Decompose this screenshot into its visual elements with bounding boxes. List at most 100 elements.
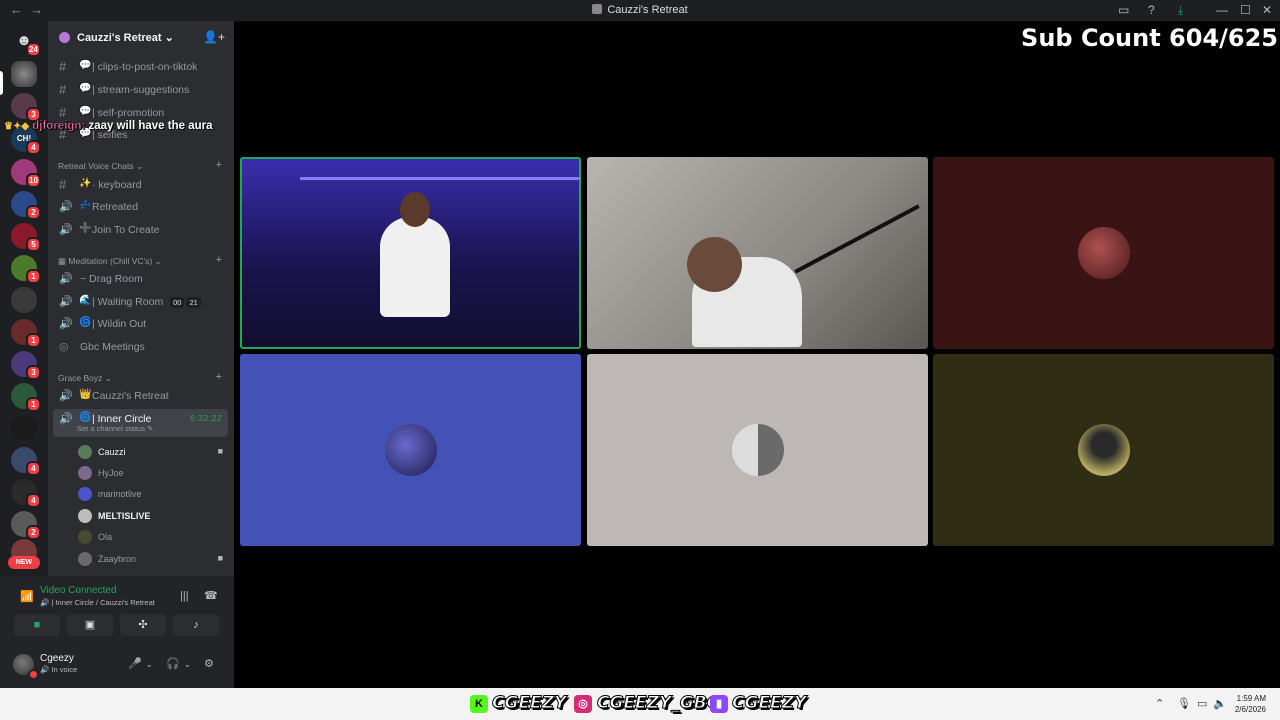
activities-button[interactable]: ✣ (120, 614, 166, 636)
voice-channel-wildin-out[interactable]: 🔊 🌀 | Wildin Out (53, 314, 228, 334)
soundboard-button[interactable]: ♪ (173, 614, 219, 636)
voice-member[interactable]: Ola (76, 527, 226, 547)
microphone-tray-icon[interactable]: 🎙 (1177, 697, 1191, 710)
video-tile-ola[interactable] (933, 354, 1274, 546)
server-icon[interactable]: 1 (11, 383, 41, 412)
channel-clips[interactable]: # 💬 | clips-to-post-on-tiktok (53, 57, 228, 77)
set-channel-status[interactable]: Set a channel status ✎ (77, 424, 153, 433)
chat-badges-icon: ♛✦◆ (4, 121, 30, 132)
headphones-icon[interactable]: 🎧 (166, 657, 180, 670)
maximize-button[interactable]: ☐ (1240, 3, 1251, 17)
disconnect-icon[interactable]: ☎ (204, 589, 218, 602)
tray-chevron-icon[interactable]: ⌃ (1155, 697, 1164, 710)
download-icon[interactable]: ⤓ (1178, 3, 1183, 18)
chevron-down-icon[interactable]: ⌄ (146, 660, 153, 669)
taskbar: K CGEEZY ◎ CGEEZY_GBC ▮ CGEEZY ⌃ 🎙 ▭ 🔈 1… (0, 688, 1280, 720)
server-icon[interactable] (11, 287, 37, 313)
voice-channel-retreated[interactable]: 🔊 💤 Retreated (53, 197, 228, 217)
stage-channel-gbc-meetings[interactable]: ◎ Gbc Meetings (53, 337, 228, 357)
server-icon[interactable]: 3 (11, 351, 41, 380)
voice-status-title[interactable]: Video Connected (40, 585, 117, 596)
person-shirt (380, 217, 450, 317)
help-icon[interactable]: ? (1148, 3, 1155, 17)
guild-header[interactable]: Cauzzi's Retreat ⌄ 👤+ (48, 21, 234, 55)
new-badge: NEW (8, 556, 40, 569)
user-status: 🔊 In voice (40, 665, 78, 674)
video-tile-meltislive[interactable] (587, 354, 928, 546)
voice-channel-drag-room[interactable]: 🔊 ~ Drag Room (53, 269, 228, 289)
microphone-icon[interactable]: 🎤 (128, 657, 142, 670)
avatar (78, 445, 92, 459)
camera-icon: ■ (217, 446, 223, 456)
add-channel-icon[interactable]: + (216, 159, 222, 171)
guild-name[interactable]: Cauzzi's Retreat ⌄ (77, 31, 174, 44)
server-icon[interactable]: 5 (11, 223, 41, 252)
server-icon[interactable]: 4 (11, 479, 41, 508)
guild-boost-icon (59, 32, 70, 43)
voice-status-subtitle[interactable]: 🔊 | Inner Circle / Cauzzi's Retreat (40, 598, 155, 607)
person-head (687, 237, 742, 292)
server-icon[interactable] (11, 415, 37, 441)
inbox-icon[interactable]: ▭ (1118, 3, 1129, 17)
person-head (400, 192, 430, 227)
screen-share-button[interactable]: ▣ (67, 614, 113, 636)
chevron-down-icon[interactable]: ⌄ (184, 660, 191, 669)
server-icon[interactable]: 3 (11, 93, 41, 122)
video-tile-participant[interactable] (933, 157, 1274, 349)
server-icon[interactable]: 10 (11, 159, 41, 188)
server-icon[interactable]: 4 (11, 447, 41, 476)
display-tray-icon[interactable]: ▭ (1197, 697, 1207, 710)
settings-gear-icon[interactable]: ⚙ (204, 657, 214, 670)
category-grace-boyz[interactable]: Grace Boyz ⌄ (58, 373, 112, 384)
video-tile-cauzzi[interactable] (240, 157, 581, 349)
noise-suppression-icon[interactable]: ||| (180, 590, 189, 602)
server-cauzzis-retreat[interactable] (11, 61, 37, 87)
channel-keyboard[interactable]: # ✨ · keyboard (53, 175, 228, 195)
hash-icon: # (59, 177, 67, 192)
voice-channel-waiting-room[interactable]: 🔊 🌊 | Waiting Room 00 21 (53, 292, 228, 312)
voice-channel-join-to-create[interactable]: 🔊 ➕ Join To Create (53, 220, 228, 240)
voice-channel-cauzzis-retreat[interactable]: 🔊 👑 Cauzzi's Retreat (53, 386, 228, 406)
speaker-icon: 🔊 (59, 273, 73, 285)
server-icon[interactable]: 1 (11, 255, 41, 284)
server-icon[interactable]: 2 (11, 511, 41, 540)
add-channel-icon[interactable]: + (216, 371, 222, 383)
camera-icon: ■ (217, 553, 223, 563)
stage-icon: ◎ (59, 341, 69, 353)
avatar (78, 466, 92, 480)
overlay-chat-message: ♛✦◆ djforeign: zaay will have the aura (4, 120, 213, 132)
avatar (78, 487, 92, 501)
voice-member[interactable]: Cauzzi ■ (76, 442, 226, 462)
server-icon[interactable]: 2 (11, 191, 41, 220)
video-button[interactable]: ■ (14, 614, 60, 636)
channel-stream-suggestions[interactable]: # 💬 | stream-suggestions (53, 80, 228, 100)
status-dot (28, 669, 39, 680)
category-meditation[interactable]: ▦ Meditation (Chill VC's) ⌄ (58, 256, 162, 267)
avatar (78, 530, 92, 544)
social-twitch-handle: CGEEZY (731, 693, 807, 714)
avatar (731, 424, 784, 476)
add-channel-icon[interactable]: + (216, 254, 222, 266)
user-name[interactable]: Cgeezy (40, 653, 74, 664)
voice-member[interactable]: marinotlive (76, 484, 226, 504)
voice-member[interactable]: HyJoe (76, 463, 226, 483)
close-button[interactable]: ✕ (1262, 3, 1272, 17)
voice-panel: 📶 Video Connected 🔊 | Inner Circle / Cau… (0, 576, 234, 688)
clock[interactable]: 1:59 AM 2/6/2026 (1235, 693, 1266, 715)
volume-icon[interactable]: 🔈 (1213, 697, 1227, 710)
invite-user-icon[interactable]: 👤+ (203, 30, 225, 44)
voice-timer: 6:32:22 (190, 413, 222, 423)
voice-member[interactable]: MELTISLIVE (76, 506, 226, 526)
discord-home-icon[interactable]: ☻ 24 (11, 28, 41, 57)
video-tile-marinotlive[interactable] (240, 354, 581, 546)
minimize-button[interactable]: — (1216, 3, 1228, 17)
category-retreat-voice-chats[interactable]: Retreat Voice Chats ⌄ (58, 161, 143, 172)
signal-icon[interactable]: 📶 (20, 590, 34, 603)
voice-member[interactable]: Zaaybron ■ (76, 549, 226, 569)
server-icon[interactable]: 1 (11, 319, 41, 348)
avatar (78, 509, 92, 523)
window-title: Cauzzi's Retreat (0, 4, 1280, 16)
channel-sidebar: Cauzzi's Retreat ⌄ 👤+ # 💬 | clips-to-post-… (48, 21, 234, 576)
voice-channel-inner-circle[interactable]: 🔊 🌀 | Inner Circle 6:32:22 Set a channel… (53, 409, 228, 437)
video-tile-zaaybron[interactable] (587, 157, 928, 349)
